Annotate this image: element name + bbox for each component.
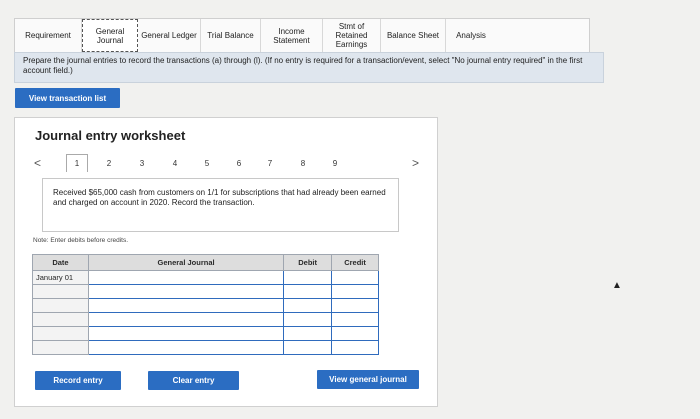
page-8[interactable]: 8 <box>292 154 314 172</box>
journal-table: Date General Journal Debit Credit Januar… <box>32 254 379 355</box>
credit-input[interactable] <box>331 312 379 327</box>
worksheet-title: Journal entry worksheet <box>35 128 186 143</box>
date-cell: January 01 <box>32 270 89 285</box>
page-5[interactable]: 5 <box>196 154 218 172</box>
tab-requirement[interactable]: Requirement <box>15 19 82 52</box>
transaction-description: Received $65,000 cash from customers on … <box>42 178 399 232</box>
table-row <box>32 284 379 299</box>
view-general-journal-button[interactable]: View general journal <box>317 370 419 389</box>
table-row: January 01 <box>32 270 379 285</box>
table-row <box>32 298 379 313</box>
tab-analysis[interactable]: Analysis <box>446 19 496 52</box>
tab-balance-sheet[interactable]: Balance Sheet <box>381 19 446 52</box>
account-input[interactable] <box>87 298 285 313</box>
account-input[interactable] <box>87 270 285 285</box>
page-9[interactable]: 9 <box>324 154 346 172</box>
tab-retained-earnings[interactable]: Stmt of Retained Earnings <box>323 19 381 52</box>
general-journal-header: General Journal <box>87 254 285 271</box>
date-header: Date <box>32 254 89 271</box>
table-row <box>32 312 379 327</box>
page-3[interactable]: 3 <box>131 154 153 172</box>
instructions-text: Prepare the journal entries to record th… <box>14 52 604 83</box>
mouse-cursor-icon: ▲ <box>612 280 622 291</box>
table-row <box>32 326 379 341</box>
tab-income-statement[interactable]: Income Statement <box>261 19 323 52</box>
tab-trial-balance[interactable]: Trial Balance <box>201 19 261 52</box>
page-4[interactable]: 4 <box>164 154 186 172</box>
credit-input[interactable] <box>331 326 379 341</box>
debit-input[interactable] <box>283 284 333 299</box>
debit-header: Debit <box>283 254 333 271</box>
prev-arrow-icon[interactable]: < <box>34 154 41 172</box>
debit-input[interactable] <box>283 326 333 341</box>
credit-header: Credit <box>331 254 379 271</box>
view-transaction-list-button[interactable]: View transaction list <box>15 88 120 108</box>
date-cell <box>32 298 89 313</box>
tab-general-ledger[interactable]: General Ledger <box>138 19 201 52</box>
page-6[interactable]: 6 <box>228 154 250 172</box>
account-input[interactable] <box>87 326 285 341</box>
date-cell <box>32 326 89 341</box>
credit-input[interactable] <box>331 340 379 355</box>
page-7[interactable]: 7 <box>259 154 281 172</box>
credit-input[interactable] <box>331 298 379 313</box>
credit-input[interactable] <box>331 284 379 299</box>
account-input[interactable] <box>87 312 285 327</box>
debit-input[interactable] <box>283 340 333 355</box>
next-arrow-icon[interactable]: > <box>412 154 419 172</box>
account-input[interactable] <box>87 340 285 355</box>
record-entry-button[interactable]: Record entry <box>35 371 121 390</box>
account-input[interactable] <box>87 284 285 299</box>
page-2[interactable]: 2 <box>98 154 120 172</box>
credit-input[interactable] <box>331 270 379 285</box>
debit-credit-note: Note: Enter debits before credits. <box>33 237 129 244</box>
tab-bar: Requirement General Journal General Ledg… <box>14 18 590 53</box>
date-cell <box>32 340 89 355</box>
date-cell <box>32 284 89 299</box>
tab-general-journal[interactable]: General Journal <box>82 19 138 52</box>
table-row <box>32 340 379 355</box>
debit-input[interactable] <box>283 270 333 285</box>
debit-input[interactable] <box>283 312 333 327</box>
debit-input[interactable] <box>283 298 333 313</box>
clear-entry-button[interactable]: Clear entry <box>148 371 239 390</box>
page-1[interactable]: 1 <box>66 154 88 172</box>
entry-pager: < 1 2 3 4 5 6 7 8 9 > <box>31 154 427 172</box>
journal-entry-worksheet: Journal entry worksheet < 1 2 3 4 5 6 7 … <box>14 117 438 407</box>
date-cell <box>32 312 89 327</box>
